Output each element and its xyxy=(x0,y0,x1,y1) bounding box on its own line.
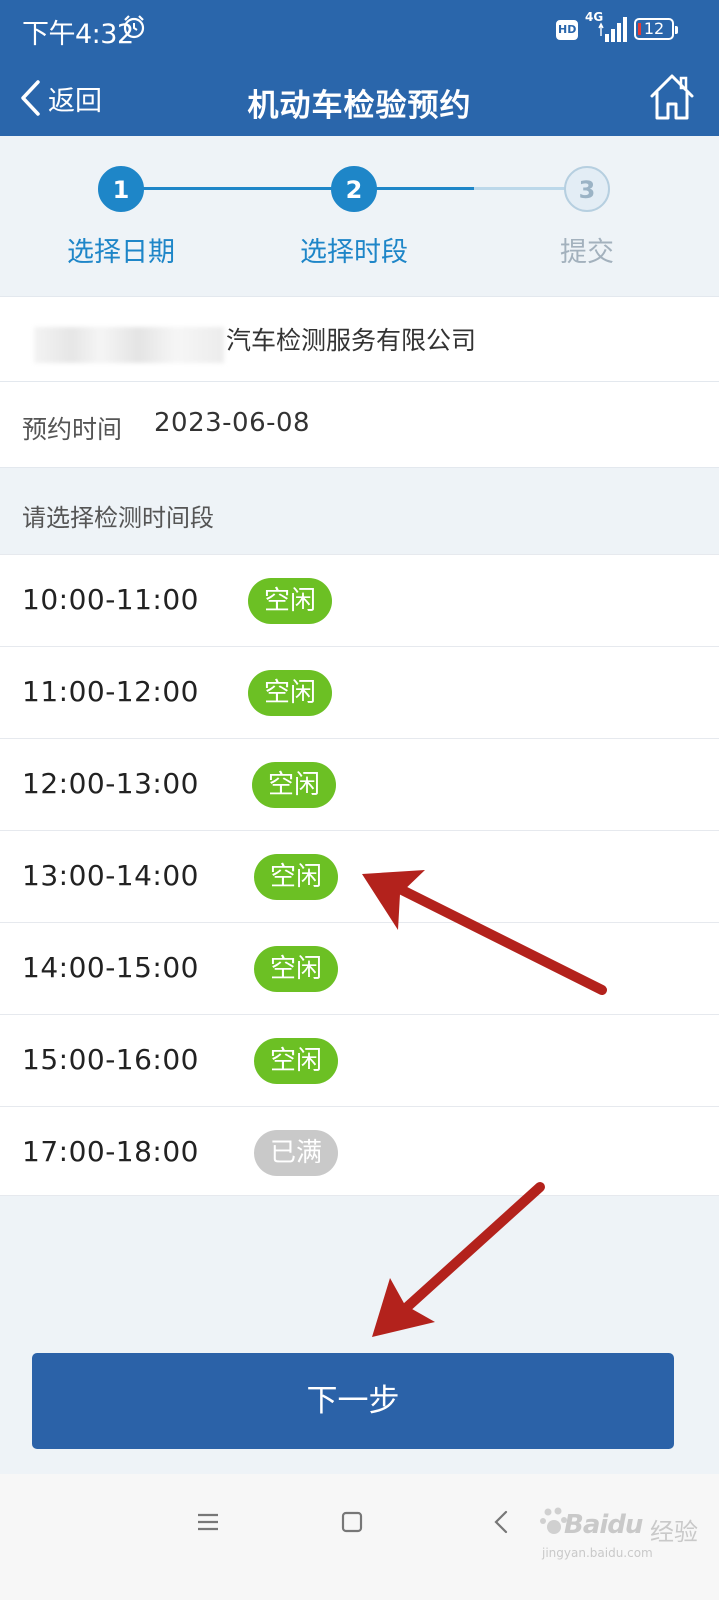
step-connector xyxy=(375,187,474,190)
step-connector xyxy=(143,187,333,190)
company-name: 汽车检测服务有限公司 xyxy=(226,326,477,355)
step-connector xyxy=(474,187,566,190)
step-3-dot: 3 xyxy=(564,166,610,212)
next-step-button[interactable]: 下一步 xyxy=(32,1353,674,1449)
appointment-date-label: 预约时间 xyxy=(22,415,123,444)
slot-time: 14:00-15:00 xyxy=(22,951,199,984)
arrow-to-next-button-icon xyxy=(372,1182,545,1337)
company-row: 汽车检测服务有限公司 xyxy=(0,296,719,382)
appointment-date-row: 预约时间 2023-06-08 xyxy=(0,382,719,468)
time-slot-row[interactable]: 14:00-15:00 空闲 xyxy=(0,922,719,1014)
menu-icon[interactable] xyxy=(190,1504,226,1540)
slot-time: 13:00-14:00 xyxy=(22,859,199,892)
watermark-brand: Baidu xyxy=(564,1510,643,1540)
battery-icon: 12 xyxy=(634,18,678,40)
status-time: 下午4:32 xyxy=(22,19,134,50)
time-slot-row[interactable]: 13:00-14:00 空闲 xyxy=(0,830,719,922)
nav-bar: 返回 机动车检验预约 xyxy=(0,62,719,136)
slot-status-badge: 空闲 xyxy=(252,762,336,808)
slot-prompt: 请选择检测时间段 xyxy=(22,504,214,532)
slot-time: 12:00-13:00 xyxy=(22,767,199,800)
time-slot-row[interactable]: 15:00-16:00 空闲 xyxy=(0,1014,719,1106)
time-slot-row[interactable]: 10:00-11:00 空闲 xyxy=(0,554,719,646)
alarm-icon xyxy=(123,15,145,39)
slot-status-badge: 空闲 xyxy=(248,670,332,716)
time-slot-row[interactable]: 17:00-18:00 已满 xyxy=(0,1106,719,1196)
slot-time: 10:00-11:00 xyxy=(22,583,199,616)
time-slot-row[interactable]: 12:00-13:00 空闲 xyxy=(0,738,719,830)
page-title: 机动车检验预约 xyxy=(247,88,472,124)
slot-time: 15:00-16:00 xyxy=(22,1043,199,1076)
slot-status-badge: 空闲 xyxy=(254,946,338,992)
slot-time: 11:00-12:00 xyxy=(22,675,199,708)
slot-status-badge: 已满 xyxy=(254,1130,338,1176)
slot-status-badge: 空闲 xyxy=(248,578,332,624)
step-indicator: 1 2 3 选择日期 选择时段 提交 xyxy=(0,136,719,296)
hd-icon: HD xyxy=(556,20,578,40)
redacted-company-prefix xyxy=(34,327,224,363)
watermark-url: jingyan.baidu.com xyxy=(542,1546,653,1560)
slot-status-badge: 空闲 xyxy=(254,1038,338,1084)
step-2-label: 选择时段 xyxy=(300,237,408,268)
step-1-label: 选择日期 xyxy=(67,237,175,268)
slot-status-badge: 空闲 xyxy=(254,854,338,900)
time-slot-row[interactable]: 11:00-12:00 空闲 xyxy=(0,646,719,738)
step-3-label: 提交 xyxy=(560,237,614,268)
home-icon[interactable] xyxy=(646,70,698,124)
watermark-suffix: 经验 xyxy=(650,1518,698,1546)
signal-icon xyxy=(598,17,627,42)
slot-prompt-row: 请选择检测时间段 xyxy=(0,468,719,554)
step-2-dot: 2 xyxy=(331,166,377,212)
status-bar: 下午4:32 HD 4G 12 xyxy=(0,0,719,62)
home-square-icon[interactable] xyxy=(334,1504,370,1540)
step-1-dot: 1 xyxy=(98,166,144,212)
back-nav-icon[interactable] xyxy=(484,1504,520,1540)
slot-time: 17:00-18:00 xyxy=(22,1135,199,1168)
baidu-watermark: Baidu 经验 jingyan.baidu.com xyxy=(540,1500,710,1570)
appointment-date-value: 2023-06-08 xyxy=(154,408,311,438)
